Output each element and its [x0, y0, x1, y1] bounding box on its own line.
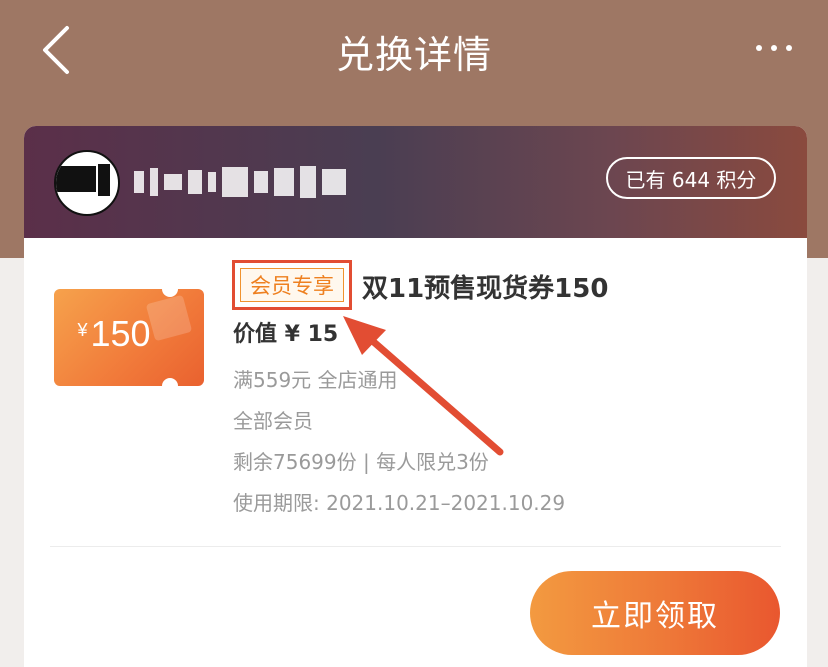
coupon-stock: 剩余75699份 | 每人限兑3份: [233, 450, 489, 474]
claim-button[interactable]: 立即领取: [530, 571, 780, 655]
nav-bar: 兑换详情: [0, 0, 828, 100]
more-dots-icon[interactable]: [756, 36, 792, 60]
coupon-title: 双11预售现货券150: [362, 274, 609, 304]
coupon-condition: 满559元 全店通用: [233, 368, 398, 392]
coupon-value: 价值 ¥ 15: [233, 322, 339, 347]
username-redacted: [134, 162, 346, 202]
coupon-amount: ¥150: [77, 313, 151, 354]
coupon-validity: 使用期限: 2021.10.21–2021.10.29: [233, 491, 566, 515]
points-badge: 已有 644 积分: [606, 157, 776, 199]
member-exclusive-tag: 会员专享: [240, 268, 344, 302]
divider: [50, 546, 781, 547]
member-exclusive-tag-highlight: 会员专享: [232, 260, 352, 310]
coupon-image: ¥150: [54, 281, 204, 394]
coupon-detail-card: 已有 644 积分 ¥150 会员专享 双11预售现货券150 价值 ¥ 15 …: [24, 126, 807, 667]
member-header: 已有 644 积分: [24, 126, 807, 238]
avatar: [54, 150, 120, 216]
page-title: 兑换详情: [335, 33, 492, 77]
coupon-audience: 全部会员: [233, 409, 313, 433]
